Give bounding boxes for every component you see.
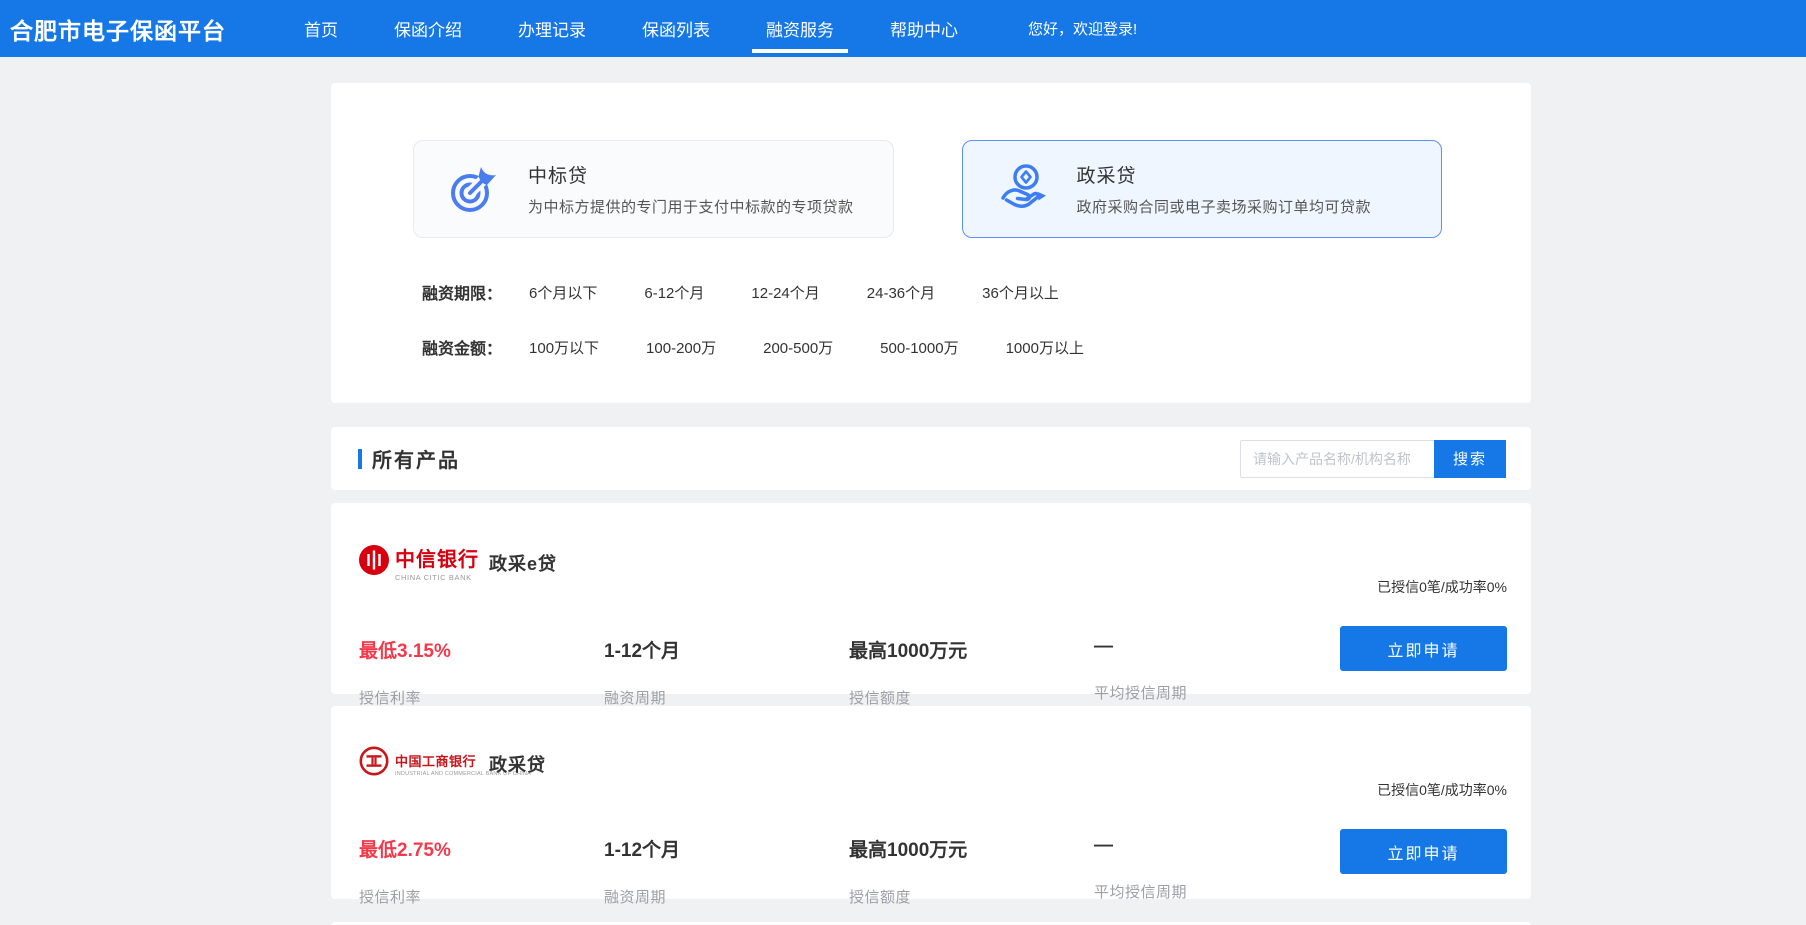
stat-label: 融资周期 [604, 886, 849, 907]
filter-row-amount: 融资金额： 100万以下 100-200万 200-500万 500-1000万… [422, 335, 1442, 359]
login-welcome-link[interactable]: 您好，欢迎登录! [1028, 18, 1137, 39]
icbc-bank-logo: 中国工商银行 INDUSTRIAL AND COMMERCIAL BANK OF… [359, 746, 489, 781]
apply-now-button[interactable]: 立即申请 [1340, 829, 1507, 874]
filter-option-amount-5[interactable]: 1000万以上 [1006, 337, 1084, 358]
stat-value: 最低2.75% [359, 835, 604, 862]
product-stats: 最低2.75% 授信利率 1-12个月 融资周期 最高1000万元 授信额度 —… [359, 835, 1507, 907]
target-dart-icon [447, 162, 501, 216]
stat-credit-limit: 最高1000万元 授信额度 [849, 636, 1094, 708]
main-content: 中标贷 为中标方提供的专门用于支付中标款的专项贷款 政采贷 政府 [331, 83, 1531, 925]
filter-option-term-5[interactable]: 36个月以上 [982, 282, 1059, 303]
filter-option-amount-4[interactable]: 500-1000万 [880, 337, 958, 358]
nav-item-guarantee-intro[interactable]: 保函介绍 [394, 0, 462, 57]
stat-financing-period: 1-12个月 融资周期 [604, 636, 849, 708]
stat-label: 授信利率 [359, 886, 604, 907]
stat-avg-credit-cycle: — 平均授信周期 [1094, 835, 1339, 907]
card-right: 已授信0笔/成功率0% 立即申请 [1340, 780, 1507, 874]
nav-item-guarantee-list[interactable]: 保函列表 [642, 0, 710, 57]
stat-value: 1-12个月 [604, 835, 849, 862]
stat-credit-limit: 最高1000万元 授信额度 [849, 835, 1094, 907]
hand-coin-icon [996, 162, 1050, 216]
loan-type-name: 政采贷 [1077, 161, 1372, 188]
bank-name: 中信银行 [395, 543, 479, 572]
stat-value: — [1094, 835, 1339, 857]
product-card-citic: 中信银行 CHINA CITIC BANK 政采e贷 最低3.15% 授信利率 … [331, 503, 1531, 694]
section-marker [358, 449, 362, 469]
stat-label: 授信额度 [849, 687, 1094, 708]
filter-option-amount-1[interactable]: 100万以下 [529, 337, 599, 358]
product-card-icbc: 中国工商银行 INDUSTRIAL AND COMMERCIAL BANK OF… [331, 706, 1531, 899]
filter-options-amount: 100万以下 100-200万 200-500万 500-1000万 1000万… [529, 337, 1084, 358]
filter-panel: 中标贷 为中标方提供的专门用于支付中标款的专项贷款 政采贷 政府 [331, 83, 1531, 403]
product-stats: 最低3.15% 授信利率 1-12个月 融资周期 最高1000万元 授信额度 —… [359, 636, 1507, 708]
search-input[interactable] [1240, 440, 1434, 478]
product-header: 中信银行 CHINA CITIC BANK 政采e贷 [359, 543, 1507, 582]
brand-title: 合肥市电子保函平台 [10, 12, 226, 46]
nav-item-home[interactable]: 首页 [304, 0, 338, 57]
stat-value: 最低3.15% [359, 636, 604, 663]
stat-avg-credit-cycle: — 平均授信周期 [1094, 636, 1339, 708]
stat-value: 最高1000万元 [849, 835, 1094, 862]
filter-row-term: 融资期限： 6个月以下 6-12个月 12-24个月 24-36个月 36个月以… [422, 280, 1442, 304]
filter-option-term-2[interactable]: 6-12个月 [644, 282, 704, 303]
filter-label-term: 融资期限： [422, 280, 502, 304]
credit-success-summary: 已授信0笔/成功率0% [1377, 780, 1507, 800]
nav-item-financing-services[interactable]: 融资服务 [766, 0, 834, 57]
filter-option-amount-2[interactable]: 100-200万 [646, 337, 716, 358]
apply-now-button[interactable]: 立即申请 [1340, 626, 1507, 671]
stat-value: — [1094, 636, 1339, 658]
filter-option-amount-3[interactable]: 200-500万 [763, 337, 833, 358]
filter-option-term-3[interactable]: 12-24个月 [751, 282, 819, 303]
products-section-header: 所有产品 搜索 [331, 427, 1531, 490]
loan-type-cards: 中标贷 为中标方提供的专门用于支付中标款的专项贷款 政采贷 政府 [413, 140, 1442, 238]
bank-text: 中信银行 CHINA CITIC BANK [395, 543, 479, 582]
nav-item-records[interactable]: 办理记录 [518, 0, 586, 57]
loan-type-name: 中标贷 [528, 161, 854, 188]
section-title-wrap: 所有产品 [358, 444, 460, 473]
product-name: 政采贷 [489, 751, 546, 777]
citic-bank-logo: 中信银行 CHINA CITIC BANK [359, 543, 489, 582]
loan-type-desc: 为中标方提供的专门用于支付中标款的专项贷款 [528, 196, 854, 217]
filter-options-term: 6个月以下 6-12个月 12-24个月 24-36个月 36个月以上 [529, 282, 1059, 303]
nav-menu: 首页 保函介绍 办理记录 保函列表 融资服务 帮助中心 [304, 0, 958, 57]
stat-label: 平均授信周期 [1094, 881, 1339, 902]
filter-option-term-1[interactable]: 6个月以下 [529, 282, 597, 303]
loan-type-desc: 政府采购合同或电子卖场采购订单均可贷款 [1077, 196, 1372, 217]
search-bar: 搜索 [1240, 440, 1506, 478]
credit-success-summary: 已授信0笔/成功率0% [1377, 577, 1507, 597]
search-button[interactable]: 搜索 [1434, 440, 1506, 478]
loan-type-card-gov-procurement-loan[interactable]: 政采贷 政府采购合同或电子卖场采购订单均可贷款 [962, 140, 1443, 238]
loan-type-card-bid-loan[interactable]: 中标贷 为中标方提供的专门用于支付中标款的专项贷款 [413, 140, 894, 238]
icbc-bank-icon [359, 746, 389, 781]
filter-option-term-4[interactable]: 24-36个月 [867, 282, 935, 303]
stat-label: 授信额度 [849, 886, 1094, 907]
product-header: 中国工商银行 INDUSTRIAL AND COMMERCIAL BANK OF… [359, 746, 1507, 781]
product-name: 政采e贷 [489, 550, 557, 576]
filter-rows: 融资期限： 6个月以下 6-12个月 12-24个月 24-36个月 36个月以… [422, 280, 1442, 359]
stat-value: 1-12个月 [604, 636, 849, 663]
stat-label: 融资周期 [604, 687, 849, 708]
top-nav: 合肥市电子保函平台 首页 保函介绍 办理记录 保函列表 融资服务 帮助中心 您好… [0, 0, 1806, 57]
section-title: 所有产品 [372, 444, 460, 473]
stat-financing-period: 1-12个月 融资周期 [604, 835, 849, 907]
filter-label-amount: 融资金额： [422, 335, 502, 359]
loan-type-text: 政采贷 政府采购合同或电子卖场采购订单均可贷款 [1077, 161, 1372, 217]
stat-label: 授信利率 [359, 687, 604, 708]
bank-caption: CHINA CITIC BANK [395, 573, 479, 582]
nav-item-help-center[interactable]: 帮助中心 [890, 0, 958, 57]
stat-credit-rate: 最低2.75% 授信利率 [359, 835, 604, 907]
stat-credit-rate: 最低3.15% 授信利率 [359, 636, 604, 708]
citic-bank-icon [359, 545, 389, 580]
card-right: 已授信0笔/成功率0% 立即申请 [1340, 577, 1507, 671]
stat-label: 平均授信周期 [1094, 682, 1339, 703]
stat-value: 最高1000万元 [849, 636, 1094, 663]
loan-type-text: 中标贷 为中标方提供的专门用于支付中标款的专项贷款 [528, 161, 854, 217]
